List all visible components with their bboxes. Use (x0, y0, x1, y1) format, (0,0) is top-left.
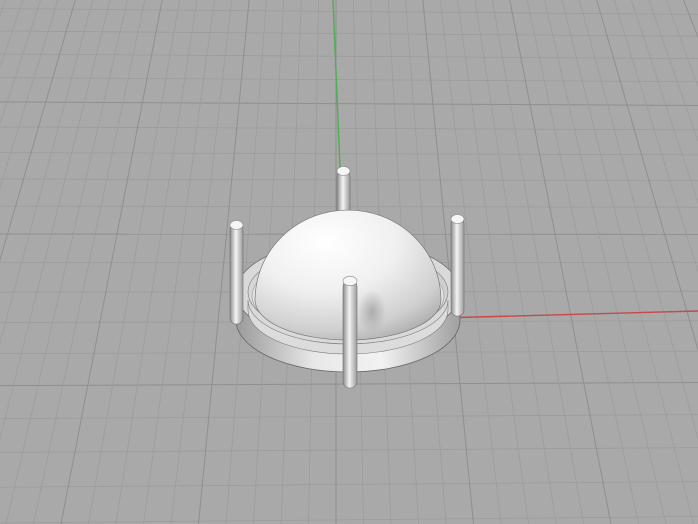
perspective-viewport[interactable] (0, 0, 698, 524)
grid-line (0, 0, 111, 441)
grid-line (457, 0, 529, 524)
prong-right[interactable] (450, 214, 465, 317)
grid-line (439, 0, 502, 524)
prong-left[interactable] (229, 220, 244, 325)
grid-line (0, 414, 698, 419)
grid-line (0, 53, 698, 60)
grid-line (509, 0, 612, 524)
grid-line (0, 126, 698, 131)
grid-line (0, 0, 7, 17)
grid-line (544, 0, 667, 524)
grid-line (0, 101, 698, 106)
grid-line (596, 0, 698, 352)
grid-line (0, 77, 698, 83)
grid-line (0, 0, 41, 125)
grid-line (0, 0, 94, 345)
grid-line (631, 0, 698, 204)
grid-line (613, 0, 698, 273)
grid-line (0, 0, 24, 68)
grid-line (683, 0, 698, 39)
viewport-canvas[interactable] (0, 0, 698, 524)
dome-contact-shadow (358, 290, 386, 334)
grid-line (665, 0, 698, 88)
prong-front[interactable] (342, 275, 358, 389)
grid-line (0, 8, 698, 15)
grid-line (0, 0, 76, 262)
grid-line (0, 152, 698, 156)
grid-line (0, 447, 698, 453)
grid-line (561, 0, 694, 524)
model-group[interactable] (229, 166, 465, 389)
grid-line (0, 30, 698, 37)
grid-line (5, 0, 128, 524)
grid-line (0, 516, 698, 524)
grid-line (0, 481, 698, 488)
x-axis-line (439, 310, 698, 319)
grid-line (492, 0, 584, 524)
grid-line (0, 0, 59, 189)
